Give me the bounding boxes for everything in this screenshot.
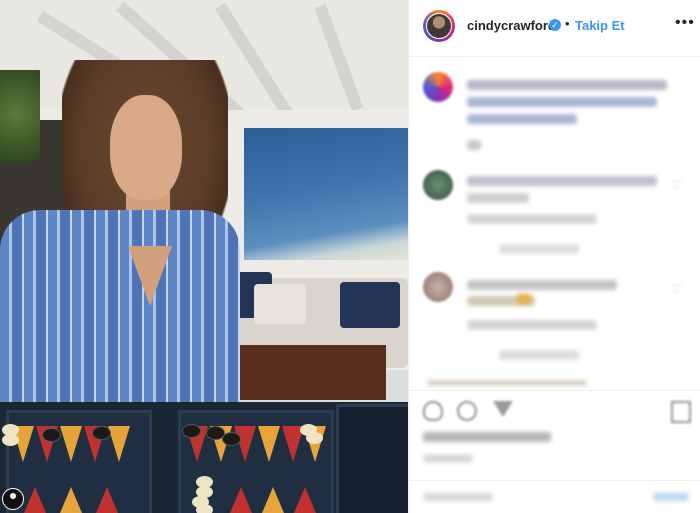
checker-cream bbox=[196, 504, 213, 513]
checker-black bbox=[92, 426, 111, 440]
board-point bbox=[230, 487, 252, 513]
comment-text-blurred bbox=[467, 280, 617, 290]
comment-icon[interactable] bbox=[457, 401, 477, 421]
heart-icon[interactable]: ♡ bbox=[671, 282, 682, 296]
caption-text-blurred bbox=[467, 80, 667, 90]
checker-black bbox=[222, 432, 241, 446]
view-replies-blurred[interactable] bbox=[499, 244, 579, 254]
bookmark-icon[interactable] bbox=[671, 401, 691, 423]
board-point bbox=[108, 426, 130, 462]
caption-avatar[interactable] bbox=[423, 72, 453, 102]
board-point bbox=[60, 487, 82, 513]
comment-text-blurred bbox=[467, 193, 529, 203]
user-tag-icon[interactable] bbox=[2, 488, 24, 510]
board-point bbox=[60, 426, 82, 462]
comment-text-blurred bbox=[467, 176, 657, 186]
share-icon[interactable] bbox=[493, 401, 513, 417]
board-point bbox=[294, 487, 316, 513]
face bbox=[110, 95, 182, 200]
heart-icon[interactable]: ♡ bbox=[671, 178, 682, 192]
plant bbox=[0, 70, 40, 180]
comment-text-blurred bbox=[427, 380, 587, 386]
checker-black bbox=[182, 424, 201, 438]
comment-avatar[interactable] bbox=[423, 170, 453, 200]
board-point bbox=[24, 487, 46, 513]
post-photo[interactable] bbox=[0, 0, 408, 513]
blue-plaid-shirt bbox=[0, 210, 240, 410]
comment-meta-blurred bbox=[467, 214, 597, 224]
caption-meta-blurred bbox=[467, 140, 481, 150]
view-replies-blurred[interactable] bbox=[499, 350, 579, 360]
navy-pillow bbox=[340, 282, 400, 328]
add-comment-input-blurred[interactable] bbox=[423, 493, 493, 501]
caption-text-blurred bbox=[467, 97, 657, 107]
add-comment-bar bbox=[409, 480, 700, 513]
comment-emoji-blurred bbox=[517, 294, 531, 304]
board-tray bbox=[336, 404, 408, 513]
board-point bbox=[96, 487, 118, 513]
board-point bbox=[262, 487, 284, 513]
shirt-collar bbox=[128, 246, 172, 306]
coffee-table bbox=[236, 345, 386, 400]
instagram-post: cindycrawford ✓ • Takip Et ••• ♡ ♡ bbox=[0, 0, 700, 513]
ocean-painting bbox=[244, 128, 408, 260]
follow-button[interactable]: Takip Et bbox=[575, 18, 625, 33]
comment-avatar[interactable] bbox=[423, 272, 453, 302]
board-point bbox=[258, 426, 280, 462]
heart-icon[interactable] bbox=[423, 401, 443, 421]
checker-cream bbox=[2, 434, 19, 446]
checker-cream bbox=[306, 432, 323, 444]
header-separator: • bbox=[565, 16, 570, 31]
username-link[interactable]: cindycrawford bbox=[467, 18, 556, 33]
avatar-photo bbox=[426, 13, 452, 39]
post-sidebar: cindycrawford ✓ • Takip Et ••• ♡ ♡ bbox=[408, 0, 700, 513]
action-bar bbox=[409, 390, 700, 429]
post-timestamp-blurred bbox=[423, 455, 473, 462]
more-options-icon[interactable]: ••• bbox=[675, 14, 695, 32]
likes-count-blurred[interactable] bbox=[423, 432, 551, 442]
white-pillow bbox=[254, 284, 306, 324]
comment-meta-blurred bbox=[467, 320, 597, 330]
profile-avatar[interactable] bbox=[423, 10, 455, 42]
post-comment-button-blurred[interactable] bbox=[653, 493, 689, 501]
post-header: cindycrawford ✓ • Takip Et ••• bbox=[409, 0, 700, 57]
caption-hashtags-blurred bbox=[467, 114, 577, 124]
checker-black bbox=[42, 428, 61, 442]
verified-badge-icon: ✓ bbox=[549, 19, 561, 31]
